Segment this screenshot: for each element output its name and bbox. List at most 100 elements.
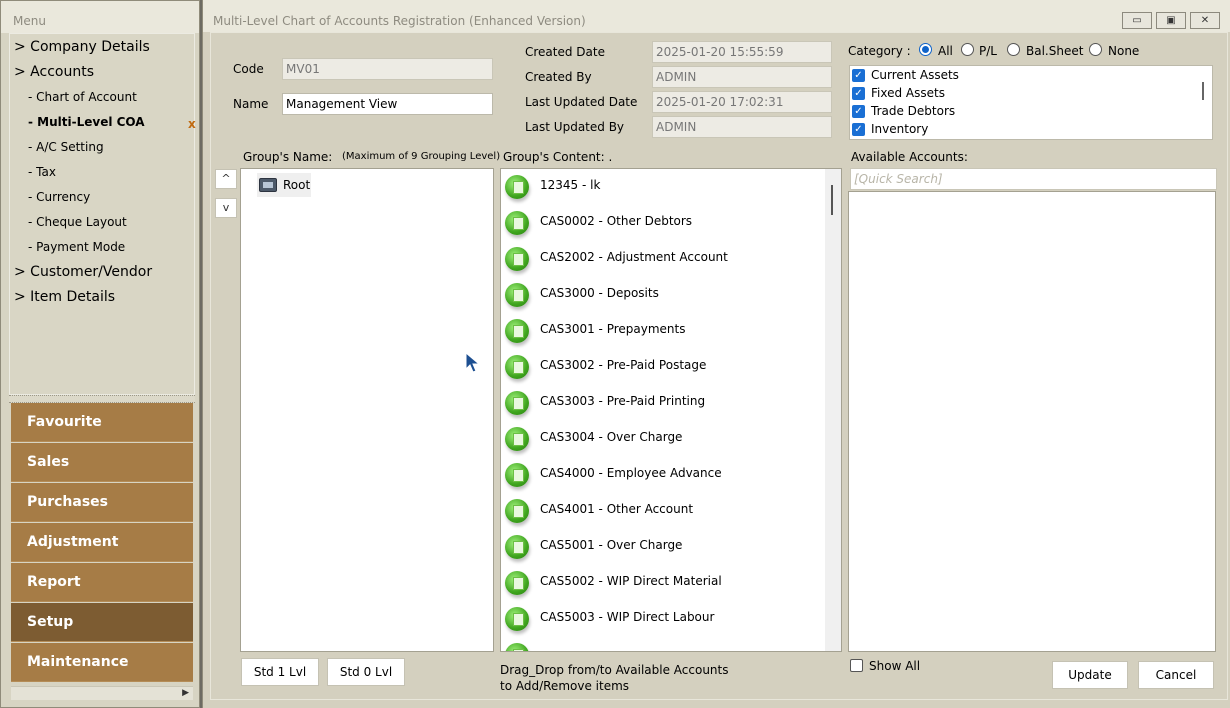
menu-panel: Menu > Company Details > Accounts - Char… xyxy=(0,0,200,708)
checkbox-checked-icon[interactable]: ✓ xyxy=(852,87,865,100)
radio-bal-sheet-label[interactable]: Bal.Sheet xyxy=(1026,44,1083,58)
menu-splitter[interactable] xyxy=(9,395,195,403)
category-list[interactable]: ✓ Current Assets ✓ Fixed Assets ✓ Trade … xyxy=(849,65,1213,140)
list-item[interactable]: CAS4000 - Employee Advance xyxy=(505,461,823,497)
account-icon xyxy=(505,607,529,631)
list-item[interactable]: CAS3003 - Pre-Paid Printing xyxy=(505,389,823,425)
groups-header: Group's Name: xyxy=(243,150,333,164)
menu-tree: > Company Details > Accounts - Chart of … xyxy=(9,33,196,395)
move-up-button[interactable]: ^ xyxy=(215,169,237,189)
form-content: Code MV01 Name Management View Created D… xyxy=(210,32,1228,700)
available-accounts-list[interactable] xyxy=(848,191,1216,652)
account-icon xyxy=(505,499,529,523)
list-item[interactable]: CAS3001 - Prepayments xyxy=(505,317,823,353)
content-scrollbar[interactable] xyxy=(825,169,841,651)
drag-hint-line2: to Add/Remove items xyxy=(500,679,630,693)
account-icon xyxy=(505,643,529,651)
list-item[interactable]: CAS3002 - Pre-Paid Postage xyxy=(505,353,823,389)
last-updated-by-label: Last Updated By xyxy=(525,120,625,134)
account-icon xyxy=(505,427,529,451)
list-item[interactable]: CAS0002 - Other Debtors xyxy=(505,209,823,245)
list-item[interactable]: CAS5001 - Over Charge xyxy=(505,533,823,569)
main-window: Multi-Level Chart of Accounts Registrati… xyxy=(202,0,1230,708)
name-field[interactable]: Management View xyxy=(282,93,493,115)
tree-item-company-details[interactable]: > Company Details xyxy=(14,39,150,55)
tree-item-item-details[interactable]: > Item Details xyxy=(14,289,115,305)
list-item[interactable]: 12345 - lk xyxy=(505,173,823,209)
group-content-list[interactable]: 12345 - lk CAS0002 - Other Debtors CAS20… xyxy=(500,168,842,652)
list-item[interactable]: CAS2002 - Adjustment Account xyxy=(505,245,823,281)
account-icon xyxy=(505,463,529,487)
title-bar: Multi-Level Chart of Accounts Registrati… xyxy=(203,0,1230,32)
nav-purchases[interactable]: Purchases xyxy=(11,483,193,522)
move-down-button[interactable]: v xyxy=(215,198,237,218)
radio-all[interactable] xyxy=(919,43,932,56)
radio-all-label[interactable]: All xyxy=(938,44,953,58)
account-icon xyxy=(505,283,529,307)
minimize-button[interactable]: ▭ xyxy=(1122,12,1152,29)
account-icon xyxy=(505,355,529,379)
category-scrollbar[interactable] xyxy=(1202,82,1204,100)
nav-sales[interactable]: Sales xyxy=(11,443,193,482)
tree-sub-ac-setting[interactable]: - A/C Setting xyxy=(28,140,104,154)
radio-pl-label[interactable]: P/L xyxy=(979,44,997,58)
show-all-checkbox[interactable] xyxy=(850,659,863,672)
std-0-lvl-button[interactable]: Std 0 Lvl xyxy=(327,658,405,686)
tree-item-customer-vendor[interactable]: > Customer/Vendor xyxy=(14,264,152,280)
account-icon xyxy=(505,247,529,271)
code-label: Code xyxy=(233,62,264,76)
radio-bal-sheet[interactable] xyxy=(1007,43,1020,56)
nav-maintenance[interactable]: Maintenance xyxy=(11,643,193,682)
group-tree[interactable]: Root xyxy=(240,168,494,652)
drag-hint-line1: Drag_Drop from/to Available Accounts xyxy=(500,663,729,677)
last-updated-by-field: ADMIN xyxy=(652,116,832,138)
list-item[interactable]: CAS3004 - Over Charge xyxy=(505,425,823,461)
std-1-lvl-button[interactable]: Std 1 Lvl xyxy=(241,658,319,686)
account-icon xyxy=(505,211,529,235)
scrollbar-thumb[interactable] xyxy=(831,185,833,215)
tree-sub-currency[interactable]: - Currency xyxy=(28,190,90,204)
update-button[interactable]: Update xyxy=(1052,661,1128,689)
checkbox-checked-icon[interactable]: ✓ xyxy=(852,69,865,82)
last-updated-date-field: 2025-01-20 17:02:31 xyxy=(652,91,832,113)
account-icon xyxy=(505,319,529,343)
tree-sub-chart-of-account[interactable]: - Chart of Account xyxy=(28,90,137,104)
expand-arrow-icon[interactable]: ▶ xyxy=(182,688,189,698)
radio-none-label[interactable]: None xyxy=(1108,44,1139,58)
list-item[interactable]: CAS3000 - Deposits xyxy=(505,281,823,317)
last-updated-date-label: Last Updated Date xyxy=(525,95,638,109)
radio-none[interactable] xyxy=(1089,43,1102,56)
nav-setup[interactable]: Setup xyxy=(11,603,193,642)
group-content-header: Group's Content: . xyxy=(503,150,613,164)
list-item[interactable]: CAS5003 - WIP Direct Labour xyxy=(505,605,823,641)
list-item[interactable]: CAS5002 - WIP Direct Material xyxy=(505,569,823,605)
show-all-label[interactable]: Show All xyxy=(869,659,920,673)
nav-report[interactable]: Report xyxy=(11,563,193,602)
account-icon xyxy=(505,571,529,595)
nav-favourite[interactable]: Favourite xyxy=(11,403,193,442)
tree-sub-tax[interactable]: - Tax xyxy=(28,165,56,179)
tree-sub-cheque-layout[interactable]: - Cheque Layout xyxy=(28,215,127,229)
radio-pl[interactable] xyxy=(961,43,974,56)
name-label: Name xyxy=(233,97,269,111)
list-item[interactable] xyxy=(505,641,823,651)
nav-adjustment[interactable]: Adjustment xyxy=(11,523,193,562)
tree-sub-multi-level-coa[interactable]: - Multi-Level COA xyxy=(28,115,145,129)
account-icon xyxy=(505,391,529,415)
created-date-field: 2025-01-20 15:55:59 xyxy=(652,41,832,63)
quick-search-input[interactable]: [Quick Search] xyxy=(850,168,1217,190)
cancel-button[interactable]: Cancel xyxy=(1138,661,1214,689)
category-label: Category : xyxy=(848,44,911,58)
tree-node-root[interactable]: Root xyxy=(257,173,311,197)
menu-footer: ▶ xyxy=(11,686,193,700)
list-item[interactable]: CAS4001 - Other Account xyxy=(505,497,823,533)
checkbox-checked-icon[interactable]: ✓ xyxy=(852,105,865,118)
close-tab-icon[interactable]: x xyxy=(188,117,196,131)
account-icon xyxy=(505,175,529,199)
tree-item-accounts[interactable]: > Accounts xyxy=(14,64,94,80)
close-button[interactable]: ✕ xyxy=(1190,12,1220,29)
tree-sub-payment-mode[interactable]: - Payment Mode xyxy=(28,240,125,254)
maximize-button[interactable]: ▣ xyxy=(1156,12,1186,29)
checkbox-checked-icon[interactable]: ✓ xyxy=(852,123,865,136)
created-by-label: Created By xyxy=(525,70,592,84)
